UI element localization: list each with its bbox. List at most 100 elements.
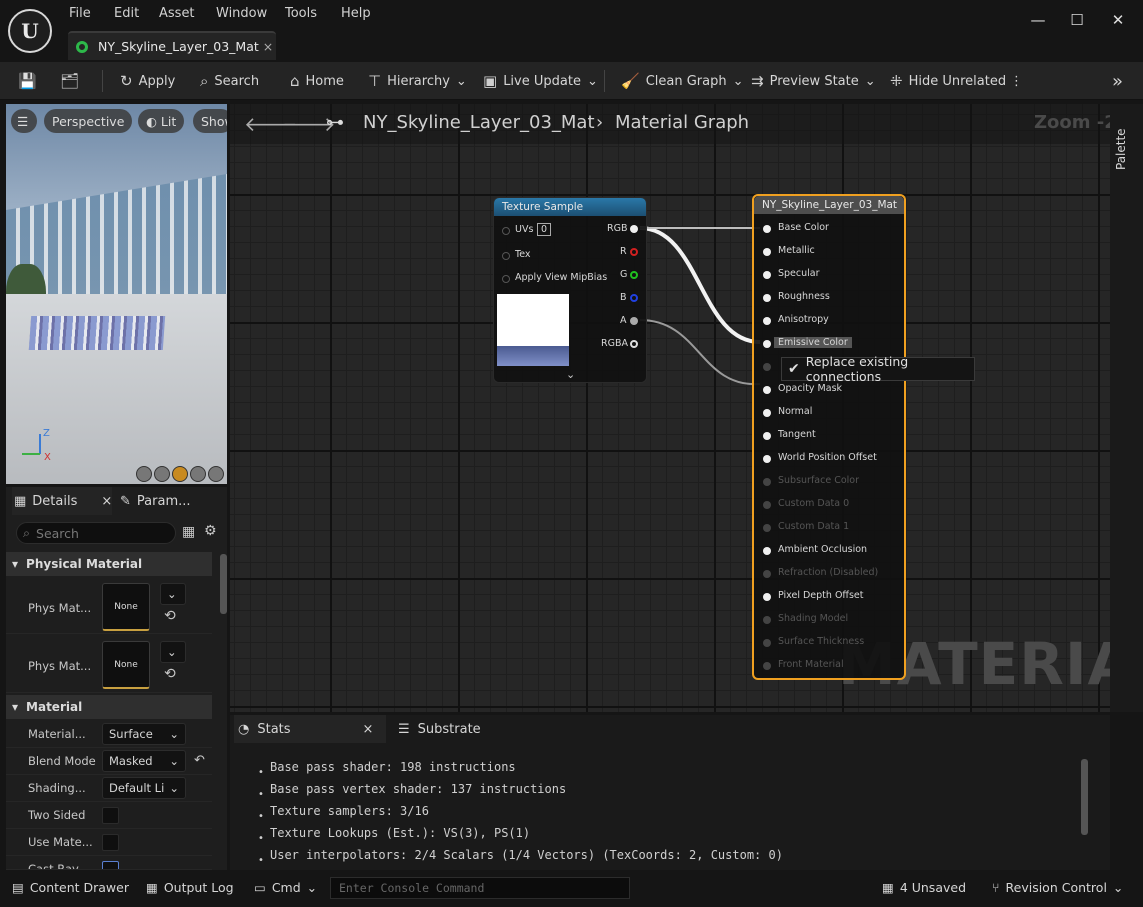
apply-button[interactable]: ↻ Apply (120, 62, 175, 100)
asset-tab[interactable]: NY_Skyline_Layer_03_Mat × (68, 31, 276, 60)
preview-viewport[interactable]: ☰ Perspective ◐Lit Show Z X (6, 104, 227, 484)
preview-shape-selector[interactable] (136, 466, 224, 482)
close-window-button[interactable]: ✕ (1108, 10, 1128, 30)
menu-file[interactable]: File (69, 6, 91, 21)
menu-edit[interactable]: Edit (114, 6, 139, 21)
stats-scrollbar[interactable] (1081, 759, 1088, 835)
lit-button[interactable]: ◐ Lit (138, 109, 185, 133)
close-details-icon[interactable]: × (101, 494, 112, 509)
details-search-input[interactable]: ⌕ Search (16, 522, 176, 544)
settings-gear-icon[interactable]: ⚙ (204, 523, 217, 539)
material-input-pin[interactable] (763, 340, 771, 348)
details-scrollbar[interactable] (220, 554, 227, 614)
shading-model-dropdown[interactable]: Default Li ⌄ (102, 777, 186, 799)
phys-mat-thumbnail[interactable]: None (102, 583, 150, 631)
phys-mat-dropdown[interactable]: ⌄ (160, 641, 186, 663)
revision-control-button[interactable]: ⑂ Revision Control ⌄ (992, 880, 1123, 895)
details-tab[interactable]: ▦ Details × (12, 487, 112, 515)
browse-button[interactable]: 🗂 (60, 62, 79, 100)
category-material[interactable]: ▾ Material (6, 695, 212, 719)
material-input-pin[interactable] (763, 662, 771, 670)
output-log-button[interactable]: ▦ Output Log (146, 880, 234, 895)
unreal-logo-icon[interactable]: U (8, 9, 52, 53)
viewport-menu-icon[interactable]: ☰ (11, 109, 37, 133)
tex-input-pin[interactable] (502, 252, 510, 260)
menu-help[interactable]: Help (341, 6, 371, 21)
phys-mat-dropdown[interactable]: ⌄ (160, 583, 186, 605)
stats-tab[interactable]: ◔ Stats × (234, 715, 386, 743)
material-domain-dropdown[interactable]: Surface ⌄ (102, 723, 186, 745)
material-input-pin[interactable] (763, 386, 771, 394)
maximize-button[interactable]: ☐ (1067, 10, 1087, 30)
sphere-preview-icon[interactable] (154, 466, 170, 482)
material-input-pin[interactable] (763, 570, 771, 578)
save-button[interactable]: 💾 (18, 62, 37, 100)
table-view-icon[interactable]: ▦ (182, 524, 195, 540)
material-input-pin[interactable] (763, 455, 771, 463)
clean-graph-button[interactable]: 🧹 Clean Graph ⌄ (621, 62, 744, 100)
more-options-icon[interactable]: ⋮ (1010, 62, 1023, 100)
minimize-button[interactable]: — (1028, 10, 1048, 30)
cast-ray-checkbox[interactable] (102, 861, 119, 869)
phys-mat-thumbnail[interactable]: None (102, 641, 150, 689)
live-update-button[interactable]: ▣ Live Update ⌄ (483, 62, 598, 100)
material-input-pin[interactable] (763, 294, 771, 302)
use-material-checkbox[interactable] (102, 834, 119, 851)
breadcrumb-material[interactable]: NY_Skyline_Layer_03_Mat (363, 112, 595, 133)
hierarchy-button[interactable]: ⊤ Hierarchy ⌄ (368, 62, 467, 100)
material-input-pin[interactable] (763, 616, 771, 624)
texture-sample-node[interactable]: Texture Sample UVs 0 Tex Apply View MipB… (493, 197, 647, 383)
cylinder-preview-icon[interactable] (136, 466, 152, 482)
uvs-input-pin[interactable] (502, 227, 510, 235)
material-input-pin[interactable] (763, 501, 771, 509)
show-button[interactable]: Show (193, 109, 227, 133)
b-output-pin[interactable] (630, 294, 638, 302)
material-input-pin[interactable] (763, 248, 771, 256)
material-input-pin[interactable] (763, 547, 771, 555)
material-output-node[interactable]: NY_Skyline_Layer_03_Mat Base Color Metall… (752, 194, 906, 680)
blend-mode-dropdown[interactable]: Masked ⌄ (102, 750, 186, 772)
material-graph-canvas[interactable] (230, 104, 1110, 712)
material-input-pin[interactable] (763, 317, 771, 325)
reset-to-default-icon[interactable]: ↶ (194, 753, 205, 768)
two-sided-checkbox[interactable] (102, 807, 119, 824)
palette-panel[interactable]: Palette (1110, 104, 1143, 712)
material-input-pin[interactable] (763, 639, 771, 647)
rgb-output-pin[interactable] (630, 225, 638, 233)
console-input[interactable]: Enter Console Command (330, 877, 630, 899)
hide-unrelated-button[interactable]: ⁜ Hide Unrelated (890, 62, 1006, 100)
rgba-output-pin[interactable] (630, 340, 638, 348)
a-output-pin[interactable] (630, 317, 638, 325)
reset-to-default-icon[interactable]: ⟲ (164, 666, 176, 682)
substrate-tab[interactable]: ☰ Substrate (398, 715, 481, 743)
material-input-pin[interactable] (763, 271, 771, 279)
content-drawer-button[interactable]: ▤ Content Drawer (12, 880, 129, 895)
uvs-index-field[interactable]: 0 (537, 223, 552, 236)
cmd-dropdown[interactable]: ▭ Cmd ⌄ (254, 880, 317, 895)
menu-window[interactable]: Window (216, 6, 267, 21)
r-output-pin[interactable] (630, 248, 638, 256)
menu-tools[interactable]: Tools (285, 6, 317, 21)
perspective-button[interactable]: Perspective (44, 109, 133, 133)
parameters-tab[interactable]: ✎ Param... (120, 487, 191, 515)
reset-to-default-icon[interactable]: ⟲ (164, 608, 176, 624)
g-output-pin[interactable] (630, 271, 638, 279)
expand-node-icon[interactable]: ⌄ (566, 368, 575, 381)
unsaved-button[interactable]: ▦ 4 Unsaved (882, 880, 966, 895)
material-input-pin[interactable] (763, 363, 771, 371)
material-input-pin[interactable] (763, 593, 771, 601)
menu-asset[interactable]: Asset (159, 6, 195, 21)
material-input-pin[interactable] (763, 409, 771, 417)
search-button[interactable]: ⌕ Search (200, 62, 259, 100)
teapot-preview-icon[interactable] (208, 466, 224, 482)
material-input-pin[interactable] (763, 478, 771, 486)
material-input-pin[interactable] (763, 524, 771, 532)
category-physical-material[interactable]: ▾ Physical Material (6, 552, 212, 576)
material-input-pin[interactable] (763, 225, 771, 233)
material-input-pin[interactable] (763, 432, 771, 440)
breadcrumb-graph[interactable]: Material Graph (615, 112, 749, 133)
home-button[interactable]: ⌂ Home (290, 62, 344, 100)
preview-state-button[interactable]: ⇉ Preview State ⌄ (751, 62, 876, 100)
mipbias-input-pin[interactable] (502, 275, 510, 283)
expand-toolbar-icon[interactable]: » (1112, 62, 1123, 100)
